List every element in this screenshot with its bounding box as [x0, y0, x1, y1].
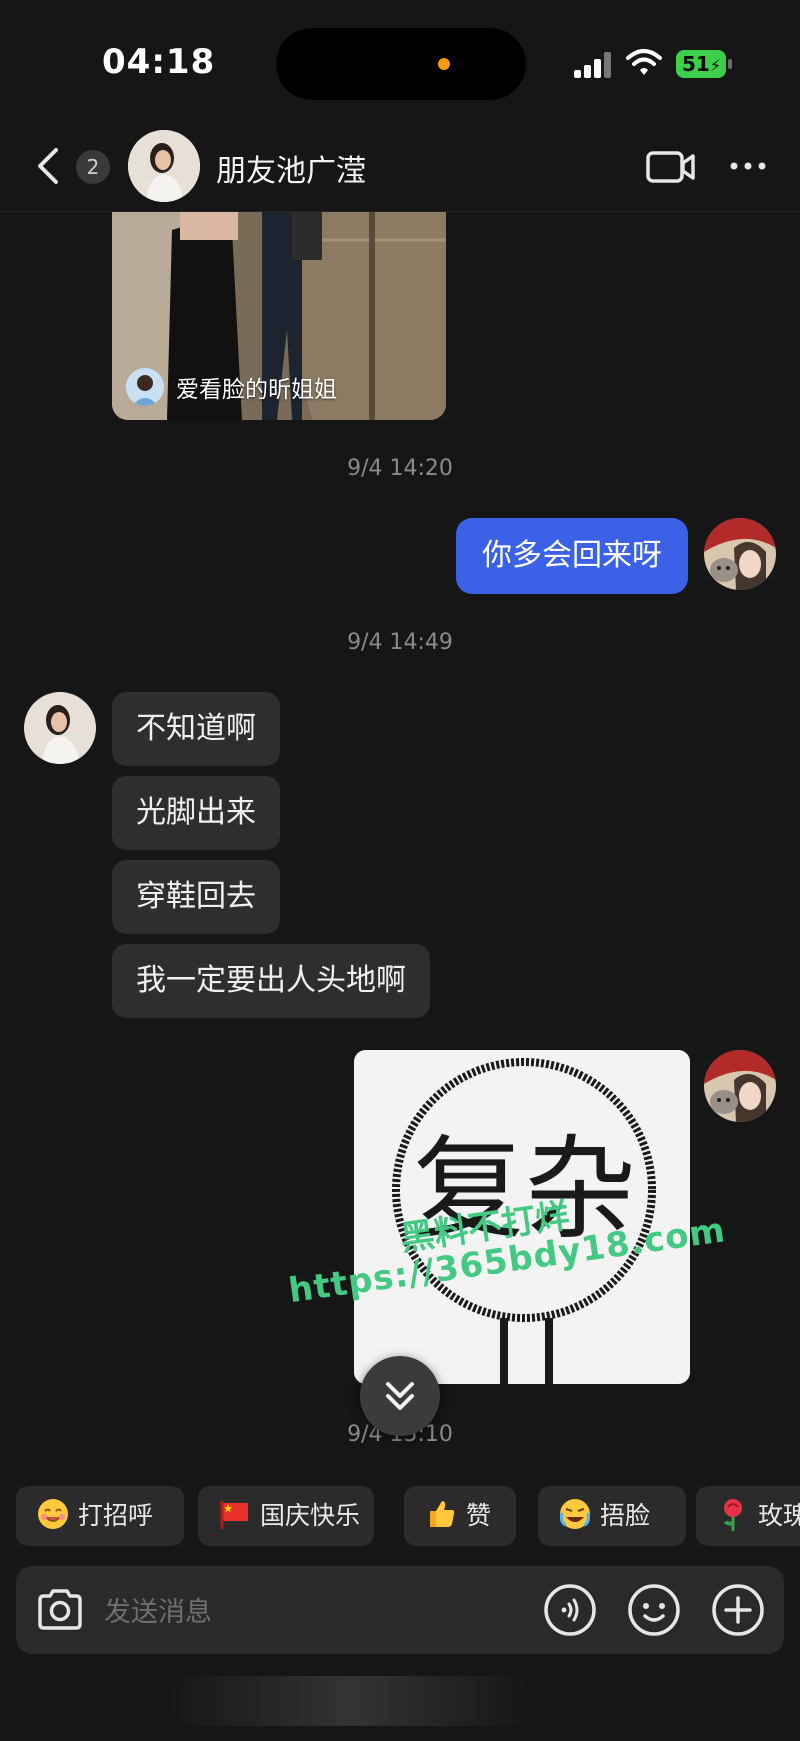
source-avatar [126, 368, 164, 406]
message-input-bar: 发送消息 [16, 1566, 784, 1654]
emoji-icon[interactable] [626, 1582, 682, 1638]
quick-reply-rose[interactable]: 玫瑰 [696, 1486, 800, 1546]
thumbs-up-icon [430, 1501, 455, 1527]
my-avatar[interactable] [704, 1050, 776, 1122]
video-call-icon[interactable] [646, 150, 696, 184]
outgoing-message-bubble[interactable]: 你多会回来呀 [456, 518, 688, 594]
dynamic-island [276, 28, 526, 100]
shared-video-card[interactable]: 爱看脸的昕姐姐 [112, 210, 446, 420]
wifi-icon [626, 49, 662, 75]
contact-avatar[interactable] [128, 130, 200, 202]
message-timestamp: 9/4 14:49 [347, 630, 453, 655]
post-source: 爱看脸的昕姐姐 [126, 368, 337, 406]
voice-message-icon[interactable] [542, 1582, 598, 1638]
facepalm-icon [560, 1499, 590, 1529]
scroll-to-bottom-button[interactable] [360, 1356, 440, 1436]
source-author-name: 爱看脸的昕姐姐 [176, 377, 337, 403]
quick-reply-facepalm[interactable]: 捂脸 [538, 1486, 686, 1546]
plus-circle-icon[interactable] [710, 1582, 766, 1638]
more-options-icon[interactable] [728, 160, 768, 172]
battery-indicator: 51⚡ [676, 50, 732, 78]
mic-indicator-icon [438, 58, 450, 70]
contact-name[interactable]: 朋友池广滢 [216, 146, 366, 190]
quick-reply-like[interactable]: 赞 [404, 1486, 516, 1546]
back-chevron-icon[interactable] [30, 144, 70, 188]
double-chevron-down-icon [386, 1382, 414, 1410]
quick-reply-bar: 打招呼 国庆快乐 赞 捂脸 玫瑰 [16, 1486, 800, 1548]
sticker-text: 复杂 [412, 1125, 636, 1255]
status-time: 04:18 [102, 42, 216, 82]
red-flag-icon [220, 1501, 248, 1529]
incoming-message-bubble[interactable]: 我一定要出人头地啊 [112, 944, 430, 1018]
sticker-message[interactable]: 复杂 [354, 1050, 690, 1384]
chat-header: 2 朋友池广滢 [0, 120, 800, 212]
quick-reply-greet[interactable]: 打招呼 [16, 1486, 184, 1546]
contact-message-avatar[interactable] [24, 692, 96, 764]
unread-count-badge: 2 [76, 150, 110, 184]
message-timestamp: 9/4 14:20 [347, 456, 453, 481]
rose-icon [724, 1499, 742, 1531]
status-bar: 04:18 51⚡ [0, 0, 800, 120]
incoming-message-bubble[interactable]: 穿鞋回去 [112, 860, 280, 934]
incoming-message-bubble[interactable]: 光脚出来 [112, 776, 280, 850]
home-indicator [170, 1676, 530, 1726]
message-input[interactable]: 发送消息 [104, 1590, 212, 1629]
cellular-signal-icon [574, 52, 612, 78]
my-avatar[interactable] [704, 518, 776, 590]
incoming-message-bubble[interactable]: 不知道啊 [112, 692, 280, 766]
quick-reply-national-day[interactable]: 国庆快乐 [198, 1486, 374, 1546]
smile-face-icon [38, 1499, 68, 1529]
camera-icon[interactable] [34, 1584, 86, 1636]
